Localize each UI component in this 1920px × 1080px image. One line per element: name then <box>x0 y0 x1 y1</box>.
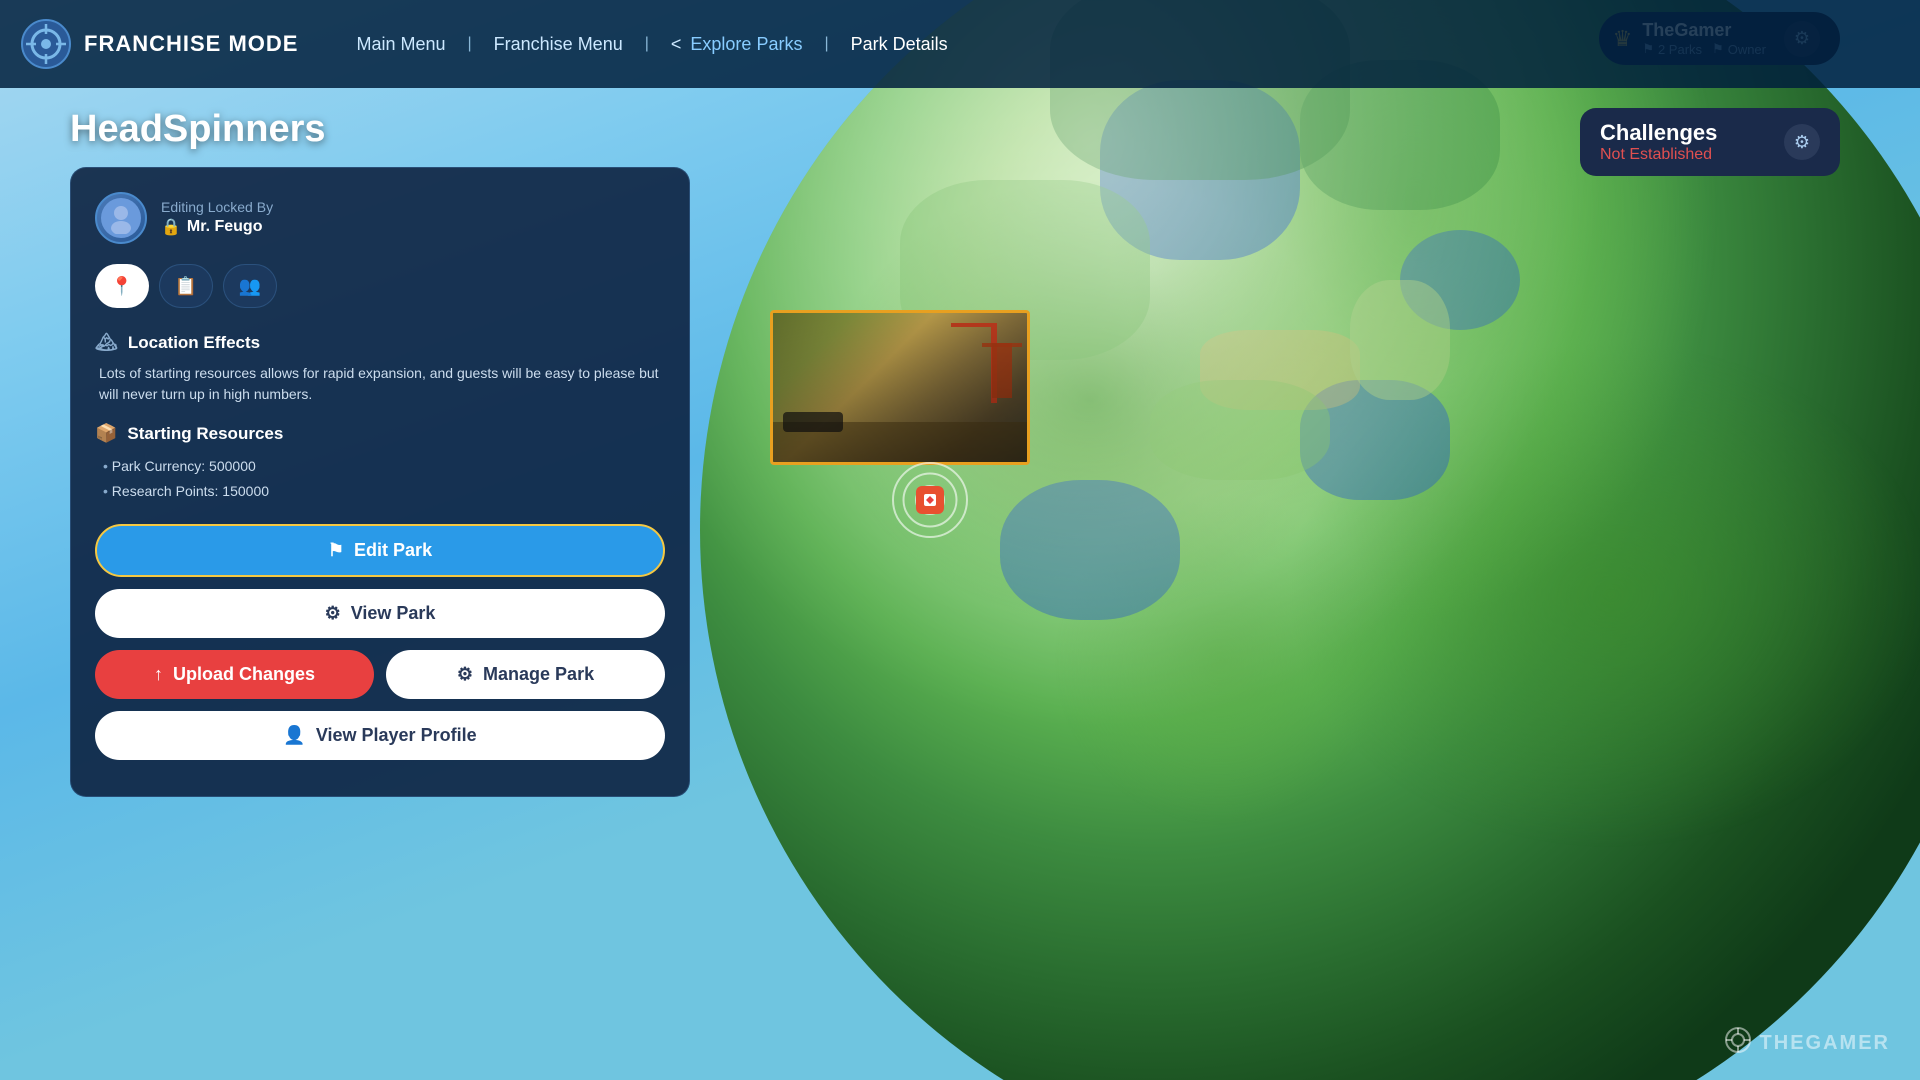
starting-resources-header: 📦 Starting Resources <box>95 423 665 444</box>
park-preview-image <box>773 313 1027 462</box>
challenges-settings-button[interactable]: ⚙ <box>1784 124 1820 160</box>
locked-info: Editing Locked By 🔒 Mr. Feugo <box>161 199 273 237</box>
map-pin-icon <box>916 486 944 514</box>
breadcrumb-franchise-menu[interactable]: Franchise Menu <box>476 28 641 61</box>
park-title: HeadSpinners <box>70 108 690 151</box>
breadcrumb: Main Menu | Franchise Menu | < Explore P… <box>338 28 965 61</box>
resource-item-currency: Park Currency: 500000 <box>103 454 665 479</box>
upload-changes-button[interactable]: ↑ Upload Changes <box>95 650 374 699</box>
logo-icon <box>20 18 72 70</box>
starting-resources-title: Starting Resources <box>127 424 283 444</box>
main-panel: HeadSpinners Editing Locked By 🔒 Mr. Feu… <box>70 108 690 797</box>
info-tab-icon: 📋 <box>175 276 197 297</box>
breadcrumb-explore-parks[interactable]: < Explore Parks <box>653 28 821 61</box>
view-park-btn-row: ⚙ View Park <box>95 589 665 638</box>
location-tab-icon: 📍 <box>111 276 133 297</box>
view-player-profile-button[interactable]: 👤 View Player Profile <box>95 711 665 760</box>
resource-list: Park Currency: 500000 Research Points: 1… <box>103 454 665 504</box>
player-profile-icon: 👤 <box>283 725 305 746</box>
avatar-svg <box>105 202 137 234</box>
tab-info[interactable]: 📋 <box>159 264 213 308</box>
location-effects-description: Lots of starting resources allows for ra… <box>95 363 665 405</box>
players-tab-icon: 👥 <box>239 276 261 297</box>
park-preview <box>770 310 1030 465</box>
watermark-text: THEGAMER <box>1760 1032 1890 1055</box>
edit-park-btn-row: ⚑ Edit Park <box>95 524 665 577</box>
editing-locked-label: Editing Locked By <box>161 199 273 215</box>
locked-user-avatar <box>95 192 147 244</box>
manage-icon: ⚙ <box>457 664 473 685</box>
challenges-title: Challenges <box>1600 120 1717 146</box>
lock-icon: 🔒 <box>161 217 181 237</box>
edit-park-flag-icon: ⚑ <box>328 540 344 561</box>
editing-locked-section: Editing Locked By 🔒 Mr. Feugo <box>95 192 665 244</box>
tab-location[interactable]: 📍 <box>95 264 149 308</box>
view-player-profile-btn-row: 👤 View Player Profile <box>95 711 665 760</box>
tab-row: 📍 📋 👥 <box>95 264 665 308</box>
upload-icon: ↑ <box>154 664 163 685</box>
watermark: THEGAMER <box>1724 1026 1890 1060</box>
resource-item-research: Research Points: 150000 <box>103 479 665 504</box>
starting-resources-icon: 📦 <box>95 423 117 444</box>
view-park-icon: ⚙ <box>325 603 341 624</box>
location-effects-header: 🏔 Location Effects <box>95 332 665 353</box>
location-effects-title: Location Effects <box>128 333 260 353</box>
logo-area: FRANCHISE MODE <box>20 18 298 70</box>
app-mode-title: FRANCHISE MODE <box>84 31 298 57</box>
tab-players[interactable]: 👥 <box>223 264 277 308</box>
breadcrumb-main-menu[interactable]: Main Menu <box>338 28 463 61</box>
upload-manage-btn-row: ↑ Upload Changes ⚙ Manage Park <box>95 650 665 699</box>
manage-park-button[interactable]: ⚙ Manage Park <box>386 650 665 699</box>
challenges-status: Not Established <box>1600 146 1717 164</box>
edit-park-button[interactable]: ⚑ Edit Park <box>95 524 665 577</box>
view-park-button[interactable]: ⚙ View Park <box>95 589 665 638</box>
info-card: Editing Locked By 🔒 Mr. Feugo 📍 📋 👥 🏔 Lo <box>70 167 690 797</box>
map-pin-area <box>890 460 970 540</box>
location-effects-icon: 🏔 <box>95 332 118 353</box>
top-navigation-bar: FRANCHISE MODE Main Menu | Franchise Men… <box>0 0 1920 88</box>
locked-user-name: 🔒 Mr. Feugo <box>161 217 273 237</box>
watermark-icon <box>1724 1026 1752 1060</box>
ping-circles <box>890 460 970 540</box>
challenges-text: Challenges Not Established <box>1600 120 1717 164</box>
breadcrumb-park-details[interactable]: Park Details <box>833 28 966 61</box>
challenges-panel: Challenges Not Established ⚙ <box>1580 108 1840 176</box>
